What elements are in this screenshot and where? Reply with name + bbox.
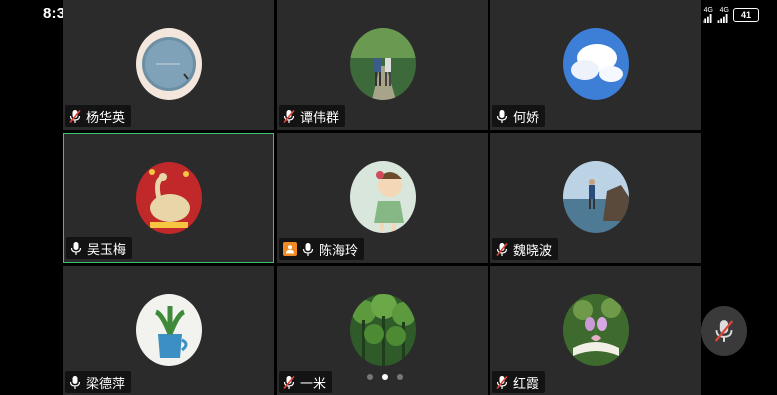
name-tag: 魏晓波 xyxy=(492,238,559,260)
participant-name: 何娇 xyxy=(513,110,540,126)
page-dot-current[interactable] xyxy=(382,374,388,380)
avatar xyxy=(562,161,629,233)
mic-muted-icon xyxy=(283,109,295,123)
avatar xyxy=(349,294,416,366)
name-tag: 谭伟群 xyxy=(279,105,346,127)
participant-name: 一米 xyxy=(300,376,327,392)
mic-icon xyxy=(496,109,508,123)
name-tag: 陈海玲 xyxy=(279,238,365,260)
participant-tile[interactable]: 陈海玲 xyxy=(277,133,488,263)
participant-tile[interactable]: 红霞 xyxy=(490,266,701,395)
mic-muted-icon xyxy=(496,242,508,256)
participant-name: 魏晓波 xyxy=(513,243,553,259)
host-badge-icon xyxy=(283,242,297,256)
signal-label-2: 4G xyxy=(719,7,729,14)
avatar xyxy=(562,294,629,366)
name-tag: 一米 xyxy=(279,371,333,393)
participant-tile-active-speaker[interactable]: 吴玉梅 xyxy=(63,133,274,263)
participant-tile[interactable]: 魏晓波 xyxy=(490,133,701,263)
name-tag: 梁德萍 xyxy=(65,371,132,393)
avatar xyxy=(135,294,202,366)
avatar xyxy=(562,28,629,100)
participant-name: 谭伟群 xyxy=(300,110,340,126)
page-dot[interactable] xyxy=(367,374,373,380)
meeting-screen: 8:31 @ 4G 4G 41 杨华英 xyxy=(0,0,777,395)
mic-muted-icon xyxy=(714,320,734,342)
participant-tile[interactable]: 梁德萍 xyxy=(63,266,274,395)
mic-muted-icon xyxy=(283,375,295,389)
participant-name: 陈海玲 xyxy=(319,243,359,259)
toggle-mic-button[interactable] xyxy=(701,306,747,356)
participant-grid: 杨华英 谭伟群 何娇 吴玉梅 陈海玲 魏晓波 梁德萍 一米 红霞 xyxy=(63,0,703,395)
mic-icon xyxy=(69,375,81,389)
participant-name: 吴玉梅 xyxy=(87,242,127,258)
avatar xyxy=(135,162,202,234)
avatar xyxy=(349,28,416,100)
participant-tile[interactable]: 何娇 xyxy=(490,0,701,130)
battery-icon: 41 xyxy=(733,8,759,22)
mic-muted-icon xyxy=(69,109,81,123)
participant-name: 红霞 xyxy=(513,376,540,392)
mic-muted-icon xyxy=(496,375,508,389)
page-indicator[interactable] xyxy=(367,374,403,380)
participant-tile[interactable]: 杨华英 xyxy=(63,0,274,130)
participant-tile[interactable]: 谭伟群 xyxy=(277,0,488,130)
name-tag: 杨华英 xyxy=(65,105,132,127)
mic-icon xyxy=(70,241,82,255)
mic-icon xyxy=(302,242,314,256)
name-tag: 吴玉梅 xyxy=(66,237,133,259)
name-tag: 何娇 xyxy=(492,105,546,127)
participant-name: 杨华英 xyxy=(86,110,126,126)
avatar xyxy=(349,161,416,233)
name-tag: 红霞 xyxy=(492,371,546,393)
participant-name: 梁德萍 xyxy=(86,376,126,392)
signal-icon xyxy=(717,14,728,23)
signal-2: 4G xyxy=(717,7,729,23)
avatar xyxy=(135,28,202,100)
signal-label-1: 4G xyxy=(703,7,713,14)
page-dot[interactable] xyxy=(397,374,403,380)
